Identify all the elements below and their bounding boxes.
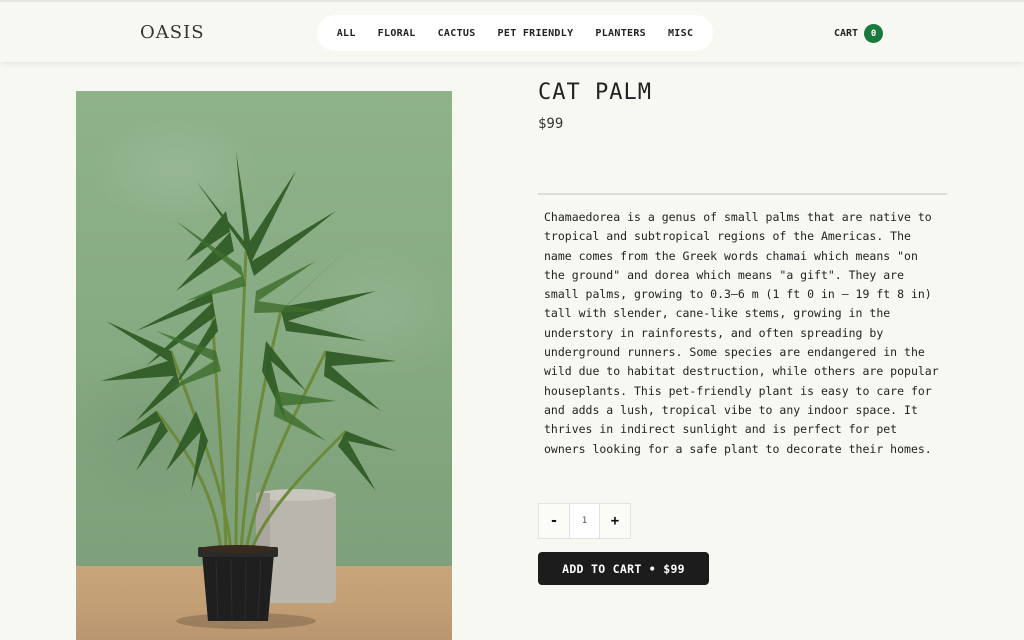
add-to-cart-button[interactable]: ADD TO CART • $99 xyxy=(538,552,709,585)
nav-item-pet-friendly[interactable]: PET FRIENDLY xyxy=(487,28,585,39)
potted-palm-illustration xyxy=(101,151,396,629)
decrement-button[interactable]: - xyxy=(539,504,569,538)
cart-count-badge: 0 xyxy=(864,24,884,43)
increment-button[interactable]: + xyxy=(600,504,630,538)
site-logo[interactable]: OASIS xyxy=(140,22,205,43)
product-title: CAT PALM xyxy=(538,80,652,105)
cart-button[interactable]: CART 0 xyxy=(834,24,884,43)
divider xyxy=(538,193,947,195)
product-description: Chamaedorea is a genus of small palms th… xyxy=(544,210,939,456)
product-image xyxy=(76,91,452,640)
quantity-value[interactable]: 1 xyxy=(569,504,600,538)
site-header: OASIS ALL FLORAL CACTUS PET FRIENDLY PLA… xyxy=(0,0,1024,62)
nav-item-floral[interactable]: FLORAL xyxy=(367,28,427,39)
nav-item-all[interactable]: ALL xyxy=(326,28,367,39)
nav-item-planters[interactable]: PLANTERS xyxy=(584,28,657,39)
nav-item-misc[interactable]: MISC xyxy=(657,28,704,39)
cart-label: CART xyxy=(834,28,859,39)
main-nav: ALL FLORAL CACTUS PET FRIENDLY PLANTERS … xyxy=(317,15,713,51)
nav-item-cactus[interactable]: CACTUS xyxy=(427,28,487,39)
product-price: $99 xyxy=(538,116,564,132)
quantity-stepper: - 1 + xyxy=(538,503,631,539)
